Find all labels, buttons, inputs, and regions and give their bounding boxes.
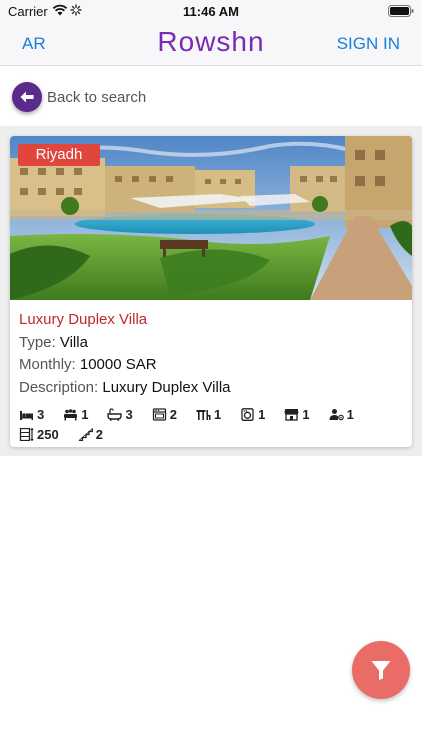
amenity-value: 1 [81, 406, 89, 422]
description-label: Description: [19, 379, 99, 396]
amenity-maid-room: 1 [329, 407, 354, 422]
status-bar: Carrier 11:46 AM [0, 0, 422, 22]
amenity-value: 1 [258, 406, 266, 422]
bed-icon [20, 410, 33, 420]
amenity-bedrooms: 3 [19, 407, 44, 422]
amenities: 3 1 3 2 1 1 1 1 250 2 [19, 405, 409, 445]
amenity-value: 1 [213, 406, 222, 422]
listing-list: Riyadh Luxury Duplex Villa Type: Villa M… [0, 126, 422, 456]
city-badge: Riyadh [18, 144, 100, 166]
filter-icon [371, 661, 391, 680]
amenity-value: 1 [302, 406, 310, 422]
back-button[interactable] [12, 82, 42, 112]
amenity-kitchens: 2 [152, 407, 177, 422]
stairs-icon [78, 427, 93, 441]
listing-title[interactable]: Luxury Duplex Villa [19, 311, 147, 328]
arrow-left-icon [20, 91, 34, 103]
amenity-dining: 1 [196, 407, 221, 422]
amenity-bathrooms: 3 [107, 406, 133, 422]
status-time: 11:46 AM [183, 4, 239, 19]
amenity-value: 2 [169, 406, 177, 422]
description-value: Luxury Duplex Villa [102, 379, 231, 396]
floors-icon [19, 427, 34, 441]
type-label: Type: [19, 334, 56, 351]
amenity-laundry: 1 [240, 407, 265, 422]
monthly-label: Monthly: [19, 356, 76, 373]
property-type: Type: Villa [19, 334, 88, 351]
amenity-store: 1 [284, 406, 310, 422]
living-room-icon [64, 408, 78, 420]
battery-icon [388, 5, 414, 17]
monthly-rent: Monthly: 10000 SAR [19, 356, 157, 373]
amenity-value: 2 [95, 426, 103, 442]
listing-card[interactable]: Riyadh Luxury Duplex Villa Type: Villa M… [10, 136, 412, 447]
store-icon [284, 408, 299, 421]
amenity-value: 250 [37, 426, 59, 442]
laundry-icon [241, 407, 254, 421]
sign-in-button[interactable]: SIGN IN [337, 34, 400, 54]
dining-table-icon [196, 409, 211, 420]
amenity-floors: 2 [78, 427, 103, 442]
amenities-row: 250 2 [19, 425, 409, 443]
amenity-value: 3 [37, 406, 45, 422]
bathtub-icon [107, 407, 123, 421]
back-to-search-label: Back to search [47, 88, 147, 106]
amenity-value: 3 [125, 406, 133, 422]
filter-button[interactable] [352, 641, 410, 699]
amenity-area: 250 [19, 427, 59, 442]
kitchen-icon [152, 407, 166, 421]
amenities-row: 3 1 3 2 1 1 1 1 [19, 405, 409, 423]
description: Description: Luxury Duplex Villa [19, 379, 231, 396]
maid-room-icon [329, 408, 344, 420]
type-value: Villa [59, 334, 88, 351]
amenity-value: 1 [346, 406, 354, 422]
navigation-bar: AR Rowshn SIGN IN [0, 22, 422, 66]
monthly-value: 10000 SAR [79, 356, 157, 373]
amenity-living-rooms: 1 [63, 407, 88, 422]
back-to-search-link[interactable]: Back to search [12, 82, 146, 112]
